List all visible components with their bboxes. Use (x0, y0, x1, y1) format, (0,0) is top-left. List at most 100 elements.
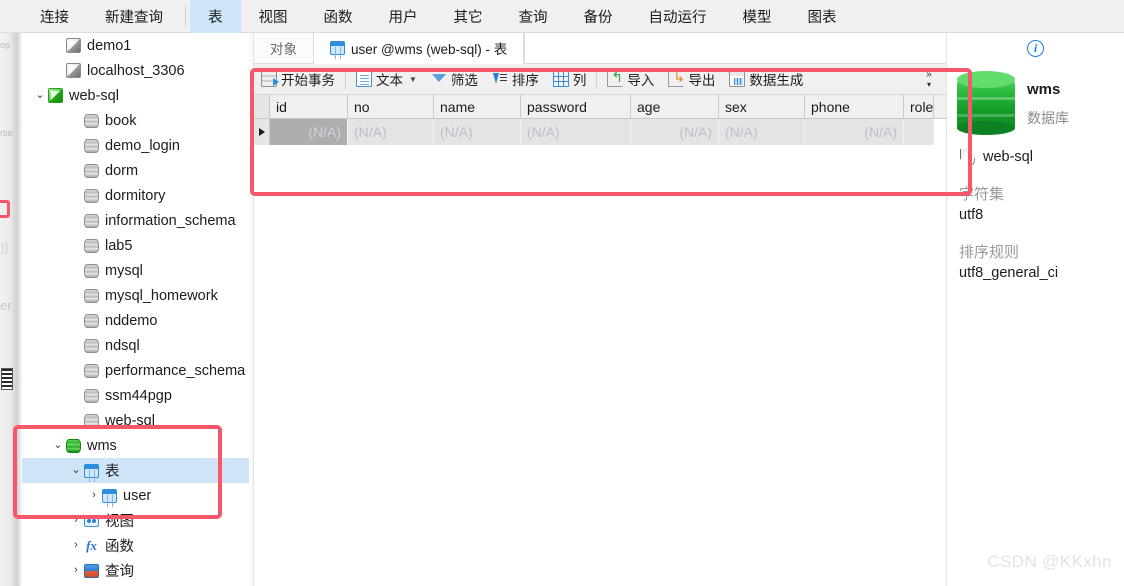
table-row[interactable]: (N/A) (N/A) (N/A) (N/A) (N/A) (N/A) (N/A) (254, 119, 946, 145)
cell-id[interactable]: (N/A) (270, 119, 348, 145)
data-grid-body[interactable]: (N/A) (N/A) (N/A) (N/A) (N/A) (N/A) (N/A) (254, 119, 946, 145)
column-header-no[interactable]: no (348, 95, 434, 118)
text-label: 文本 (376, 73, 403, 88)
tree-item-[interactable]: › 查询 (22, 558, 253, 583)
cell-password[interactable]: (N/A) (521, 119, 631, 145)
menu-item-query[interactable]: 查询 (501, 0, 566, 33)
chevron-right-icon[interactable]: › (86, 483, 102, 508)
menu-item-new-query[interactable]: 新建查询 (87, 0, 181, 33)
column-header-age[interactable]: age (631, 95, 719, 118)
menu-item-backup[interactable]: 备份 (566, 0, 631, 33)
tab-objects[interactable]: 对象 (254, 33, 314, 63)
tree-item-[interactable]: › fx 函数 (22, 533, 253, 558)
sort-button[interactable]: 排序 (485, 64, 546, 95)
table-icon (102, 488, 117, 504)
begin-transaction-label: 开始事务 (281, 73, 335, 88)
menu-item-function[interactable]: 函数 (306, 0, 371, 33)
tree-item-demo1[interactable]: demo1 (22, 33, 253, 58)
tree-item-ndsql[interactable]: ndsql (22, 333, 253, 358)
tree-item-label: lab5 (105, 237, 133, 254)
tree-item-user[interactable]: › user (22, 483, 253, 508)
menu-item-user[interactable]: 用户 (371, 0, 436, 33)
tree-item-mysql[interactable]: mysql (22, 258, 253, 283)
begin-transaction-button[interactable]: 开始事务 (254, 64, 342, 95)
tree-item-ssm44pgp[interactable]: ssm44pgp (22, 383, 253, 408)
chevron-down-icon[interactable]: ⌄ (32, 83, 48, 108)
chevron-down-icon[interactable]: ⌄ (50, 433, 66, 458)
tree-item-book[interactable]: book (22, 108, 253, 133)
sort-icon (492, 71, 508, 87)
database-icon (84, 313, 99, 328)
tree-item-localhost_3306[interactable]: localhost_3306 (22, 58, 253, 83)
text-button[interactable]: 文本 ▼ (349, 64, 424, 95)
tree-item-label: user (123, 487, 152, 504)
tree-item-[interactable]: › 视图 (22, 508, 253, 533)
filter-label: 筛选 (450, 73, 478, 88)
tree-item-[interactable]: ⌄ 表 (22, 458, 253, 483)
info-field-collation-value: utf8_general_ci (959, 265, 1059, 281)
chevron-down-icon[interactable]: ▼ (409, 75, 417, 84)
data-grid-header-row: id no name password age sex phone role (254, 95, 946, 119)
connection-icon (66, 38, 81, 53)
data-generate-button[interactable]: 数据生成 (722, 64, 810, 95)
menu-item-model[interactable]: 模型 (725, 0, 790, 33)
tree-item-label: 查询 (105, 564, 134, 580)
sidebar-scrollbar[interactable] (249, 33, 253, 586)
tree-item-dormitory[interactable]: dormitory (22, 183, 253, 208)
menu-item-connect[interactable]: 连接 (22, 0, 87, 33)
column-header-name[interactable]: name (434, 95, 521, 118)
chevron-right-icon[interactable]: › (68, 508, 84, 533)
cell-age[interactable]: (N/A) (631, 119, 719, 145)
tree-item-nddemo[interactable]: nddemo (22, 308, 253, 333)
tree-item-mysql_homework[interactable]: mysql_homework (22, 283, 253, 308)
cell-phone[interactable]: (N/A) (805, 119, 904, 145)
chevron-down-icon[interactable]: ⌄ (68, 458, 84, 483)
column-header-phone[interactable]: phone (805, 95, 904, 118)
chevron-right-icon[interactable]: › (68, 533, 84, 558)
filter-button[interactable]: 筛选 (424, 64, 485, 95)
column-header-sex[interactable]: sex (719, 95, 805, 118)
tree-item-label: demo1 (87, 37, 132, 54)
cell-no[interactable]: (N/A) (348, 119, 434, 145)
data-generate-icon (729, 71, 746, 87)
import-button[interactable]: 导入 (600, 64, 661, 95)
data-grid[interactable]: id no name password age sex phone role (N/A) (N/… (254, 95, 946, 145)
menu-item-automation[interactable]: 自动运行 (631, 0, 725, 33)
chevron-right-icon[interactable]: › (68, 558, 84, 583)
cell-name[interactable]: (N/A) (434, 119, 521, 145)
toolbar-overflow-button[interactable]: » ▾ (918, 64, 940, 95)
menu-item-other[interactable]: 其它 (436, 0, 501, 33)
tree-item-wms[interactable]: ⌄ wms (22, 433, 253, 458)
tree-item-information_schema[interactable]: information_schema (22, 208, 253, 233)
row-selector[interactable] (254, 119, 270, 145)
menu-item-table[interactable]: 表 (190, 0, 241, 33)
menu-item-chart[interactable]: 图表 (790, 0, 855, 33)
tree-item-label: demo_login (105, 137, 180, 154)
tree-item-label: mysql (105, 262, 143, 279)
tree-item-lab5[interactable]: lab5 (22, 233, 253, 258)
object-tree-sidebar[interactable]: demo1 localhost_3306 ⌄ web-sql book demo_logi… (22, 33, 254, 586)
column-header-password[interactable]: password (521, 95, 631, 118)
cell-sex[interactable]: (N/A) (719, 119, 805, 145)
columns-button[interactable]: 列 (546, 64, 594, 95)
column-header-role[interactable]: role (904, 95, 934, 118)
tree-item-web-sql[interactable]: web-sql (22, 408, 253, 433)
tree-item-label: ssm44pgp (105, 387, 172, 404)
export-button[interactable]: 导出 (661, 64, 722, 95)
tab-user-table[interactable]: user @wms (web-sql) - 表 (314, 33, 525, 64)
column-header-id[interactable]: id (270, 95, 348, 118)
sort-label: 排序 (511, 73, 539, 88)
cell-role[interactable] (904, 119, 934, 145)
tree-item-performance_schema[interactable]: performance_schema (22, 358, 253, 383)
tree-item-demo_login[interactable]: demo_login (22, 133, 253, 158)
tree-item-label: dormitory (105, 187, 166, 204)
database-icon (84, 263, 99, 278)
tree-item-web-sql[interactable]: ⌄ web-sql (22, 83, 253, 108)
menu-item-view[interactable]: 视图 (241, 0, 306, 33)
info-title: wms (1027, 81, 1061, 98)
tree-item-dorm[interactable]: dorm (22, 158, 253, 183)
info-icon[interactable]: i (1027, 39, 1044, 57)
